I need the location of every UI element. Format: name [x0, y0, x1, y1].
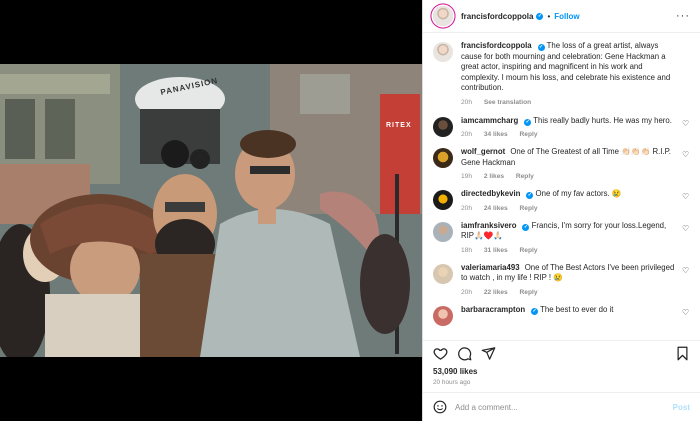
comment-row: wolf_gernot One of The Greatest of all T…	[433, 147, 690, 180]
comment-username[interactable]: iamfranksivero	[461, 221, 516, 230]
reply-button[interactable]: Reply	[520, 205, 538, 212]
heart-icon[interactable]	[433, 346, 448, 361]
follow-button[interactable]: Follow	[554, 12, 579, 21]
comment-username[interactable]: wolf_gernot	[461, 147, 505, 156]
post-time[interactable]: 20 hours ago	[423, 376, 700, 392]
action-bar	[423, 340, 700, 366]
post-sidebar: francisfordcoppola ✓ • Follow ··· franci…	[422, 0, 700, 421]
caption-time[interactable]: 20h	[461, 99, 472, 106]
comment-text: This really badly hurts. He was my hero.	[533, 115, 672, 125]
comment-row: barbaracrampton ✓ The best to ever do it …	[433, 305, 690, 326]
author-username[interactable]: francisfordcoppola	[461, 12, 533, 21]
comment-avatar[interactable]	[433, 148, 453, 168]
comment-username[interactable]: directedbykevin	[461, 189, 520, 198]
comment-text: The best to ever do it	[540, 304, 614, 314]
reply-button[interactable]: Reply	[520, 247, 538, 254]
comment-username[interactable]: barbaracrampton	[461, 305, 525, 314]
comment-row: valeriamaria493 One of The Best Actors I…	[433, 263, 690, 296]
comment-like-heart-icon[interactable]: ♡	[682, 308, 690, 317]
comment-like-heart-icon[interactable]: ♡	[682, 193, 690, 201]
verified-icon: ✓	[526, 192, 534, 199]
comment-text: One of my fav actors. 😢	[535, 189, 622, 198]
separator-dot: •	[547, 11, 551, 21]
film-still-illustration	[0, 64, 422, 357]
comment-avatar[interactable]	[433, 221, 453, 242]
caption-username[interactable]: francisfordcoppola	[461, 41, 532, 50]
comment-username[interactable]: iamcammcharg	[461, 116, 518, 125]
comment-avatar[interactable]	[433, 305, 453, 326]
bookmark-icon[interactable]	[675, 346, 690, 361]
comment-avatar[interactable]	[433, 263, 453, 284]
reply-button[interactable]: Reply	[516, 173, 534, 180]
comment-username[interactable]: valeriamaria493	[461, 263, 520, 272]
emoji-icon[interactable]	[433, 400, 447, 414]
reply-button[interactable]: Reply	[520, 289, 538, 296]
verified-icon: ✓	[531, 307, 539, 315]
post-button[interactable]: Post	[673, 403, 690, 412]
comment-like-heart-icon[interactable]: ♡	[682, 119, 690, 128]
comment-likes[interactable]: 22 likes	[484, 289, 508, 296]
comment-likes[interactable]: 2 likes	[484, 173, 504, 180]
comment-likes[interactable]: 24 likes	[484, 205, 508, 212]
comment-like-heart-icon[interactable]: ♡	[682, 266, 690, 275]
likes-count[interactable]: 53,090 likes	[423, 366, 700, 376]
verified-icon: ✓	[536, 12, 544, 20]
verified-icon: ✓	[524, 118, 532, 126]
comment-icon[interactable]	[457, 346, 472, 361]
comment-row: iamfranksivero ✓ Francis, I'm sorry for y…	[433, 221, 690, 254]
add-comment-bar: Post	[423, 392, 700, 421]
comment-avatar[interactable]	[433, 190, 453, 210]
post-media[interactable]: PANAVISION RITEX	[0, 0, 422, 421]
comment-like-heart-icon[interactable]: ♡	[682, 151, 690, 159]
author-avatar[interactable]	[433, 6, 453, 26]
post-header: francisfordcoppola ✓ • Follow ···	[423, 0, 700, 33]
caption: francisfordcoppola ✓ The loss of a great …	[433, 41, 690, 106]
comment-avatar[interactable]	[433, 116, 453, 137]
share-icon[interactable]	[481, 346, 496, 361]
comment-likes[interactable]: 34 likes	[484, 131, 508, 138]
comment-row: directedbykevin ✓ One of my fav actors. 😢…	[433, 189, 690, 212]
see-translation-button[interactable]: See translation	[484, 99, 531, 106]
verified-icon: ✓	[522, 223, 530, 231]
comment-like-heart-icon[interactable]: ♡	[682, 224, 690, 233]
shop-sign-text: RITEX	[386, 122, 412, 129]
caption-avatar[interactable]	[433, 42, 453, 62]
comment-likes[interactable]: 31 likes	[484, 247, 508, 254]
comment-time[interactable]: 20h	[461, 205, 472, 212]
comment-row: iamcammcharg ✓ This really badly hurts. H…	[433, 115, 690, 138]
comment-time[interactable]: 19h	[461, 173, 472, 180]
post-photo: PANAVISION RITEX	[0, 64, 422, 357]
comment-time[interactable]: 20h	[461, 131, 472, 138]
more-horizontal-icon[interactable]: ···	[676, 10, 690, 22]
comment-input[interactable]	[455, 402, 673, 412]
verified-icon: ✓	[537, 44, 545, 51]
instagram-post: PANAVISION RITEX francisfordcoppola ✓ • …	[0, 0, 700, 421]
reply-button[interactable]: Reply	[520, 131, 538, 138]
comments-list[interactable]: francisfordcoppola ✓ The loss of a great …	[423, 33, 700, 340]
comment-time[interactable]: 18h	[461, 247, 472, 254]
comment-time[interactable]: 20h	[461, 289, 472, 296]
